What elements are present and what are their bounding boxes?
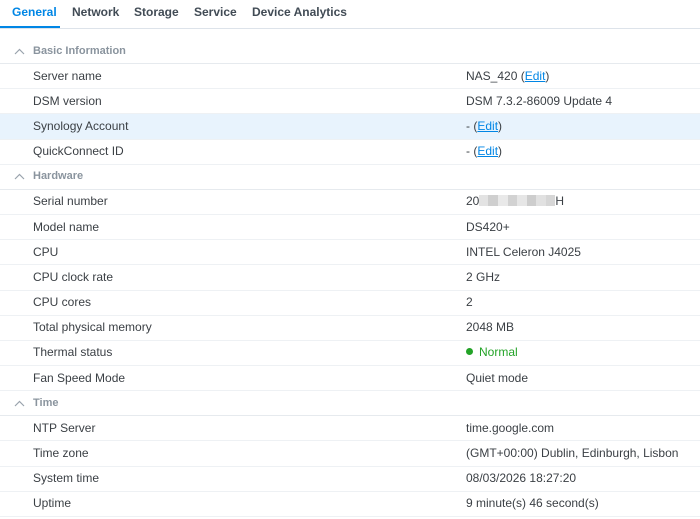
section-title: Time [33, 396, 59, 409]
serial-prefix: 20 [466, 194, 480, 209]
tab-device-analytics[interactable]: Device Analytics [240, 0, 350, 28]
field-value: INTEL Celeron J4025 [466, 244, 581, 259]
field-label: Uptime [33, 496, 72, 511]
tab-general[interactable]: General [0, 0, 60, 28]
field-value: time.google.com [466, 420, 555, 435]
thermal-status-value: Normal [479, 345, 518, 360]
row-dsm-version: DSM version DSM 7.3.2-86009 Update 4 [0, 89, 700, 115]
field-label: NTP Server [33, 420, 96, 435]
section-title: Basic Information [33, 44, 126, 57]
field-label: System time [33, 471, 100, 486]
field-value: 08/03/2026 18:27:20 [466, 471, 577, 486]
synology-account-value: - [466, 118, 470, 133]
field-value: 2048 MB [466, 320, 515, 335]
field-value: Quiet mode [466, 370, 529, 385]
row-thermal-status: Thermal status Normal [0, 340, 700, 367]
row-server-name: Server name NAS_420 (Edit) [0, 64, 700, 90]
redacted-serial-block [479, 195, 556, 207]
field-value: 2 [466, 295, 473, 310]
serial-suffix: H [555, 194, 565, 209]
field-label: Model name [33, 219, 100, 234]
row-cpu-cores: CPU cores 2 [0, 291, 700, 316]
field-value: DSM 7.3.2-86009 Update 4 [466, 93, 613, 108]
chevron-up-icon[interactable] [13, 170, 26, 183]
field-label: CPU clock rate [33, 269, 114, 284]
row-time-zone: Time zone (GMT+00:00) Dublin, Edinburgh,… [0, 441, 700, 467]
edit-server-name-link[interactable]: Edit [525, 69, 546, 83]
field-label: Total physical memory [33, 320, 152, 335]
server-name-value: NAS_420 [466, 68, 518, 83]
section-title: Hardware [33, 170, 84, 183]
section-header-time[interactable]: Time [0, 391, 700, 417]
field-label: CPU cores [33, 295, 92, 310]
row-fan-speed-mode: Fan Speed Mode Quiet mode [0, 366, 700, 392]
field-label: Thermal status [33, 345, 113, 360]
tab-service[interactable]: Service [182, 0, 240, 28]
chevron-up-icon[interactable] [13, 45, 26, 58]
field-label: Time zone [33, 446, 89, 461]
tab-bar: General Network Storage Service Device A… [0, 0, 700, 29]
edit-quickconnect-link[interactable]: Edit [477, 144, 498, 158]
row-cpu: CPU INTEL Celeron J4025 [0, 240, 700, 266]
status-ok-icon [466, 348, 473, 356]
field-value: 20 H [466, 189, 700, 214]
section-header-hardware[interactable]: Hardware [0, 165, 700, 190]
row-synology-account: Synology Account - (Edit) [0, 114, 700, 140]
row-uptime: Uptime 9 minute(s) 46 second(s) [0, 492, 700, 517]
field-value: 2 GHz [466, 269, 501, 284]
field-label: QuickConnect ID [33, 144, 124, 159]
field-value: 9 minute(s) 46 second(s) [466, 496, 599, 511]
field-label: DSM version [33, 93, 102, 108]
field-label: Server name [33, 68, 102, 83]
row-ntp-server: NTP Server time.google.com [0, 416, 700, 442]
field-value: Normal [466, 340, 700, 365]
field-label: Synology Account [33, 118, 129, 133]
tab-network[interactable]: Network [60, 0, 122, 28]
field-value: NAS_420 (Edit) [466, 68, 550, 83]
edit-synology-account-link[interactable]: Edit [477, 119, 498, 133]
quickconnect-value: - [466, 144, 470, 159]
field-label: Serial number [33, 194, 108, 209]
row-serial-number: Serial number 20 H [0, 190, 700, 215]
info-panel: Basic Information Server name NAS_420 (E… [0, 29, 700, 517]
section-header-basic-information[interactable]: Basic Information [0, 39, 700, 64]
field-value: - (Edit) [466, 144, 503, 159]
row-total-physical-memory: Total physical memory 2048 MB [0, 316, 700, 341]
row-system-time: System time 08/03/2026 18:27:20 [0, 467, 700, 492]
field-value: DS420+ [466, 219, 510, 234]
row-model-name: Model name DS420+ [0, 215, 700, 241]
field-value: - (Edit) [466, 118, 503, 133]
field-label: Fan Speed Mode [33, 370, 126, 385]
field-label: CPU [33, 244, 59, 259]
field-value: (GMT+00:00) Dublin, Edinburgh, Lisbon [466, 446, 679, 461]
chevron-up-icon[interactable] [13, 397, 26, 410]
row-cpu-clock-rate: CPU clock rate 2 GHz [0, 265, 700, 291]
tab-storage[interactable]: Storage [122, 0, 182, 28]
row-quickconnect-id: QuickConnect ID - (Edit) [0, 140, 700, 165]
